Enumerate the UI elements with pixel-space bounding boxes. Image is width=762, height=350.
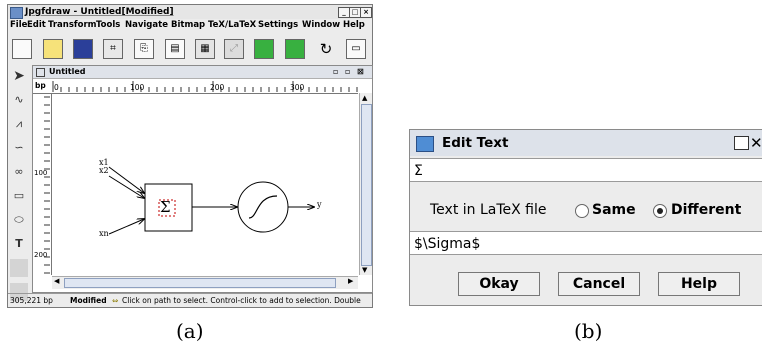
caption-a: (a) [176,319,204,343]
select-tool-icon[interactable]: ➤ [10,67,28,85]
window-title: Jpgfdraw - Untitled[Modified] [25,7,174,17]
canvas-window: Untitled ▫ ▫ ⊠ bp 0 100 200 300 100 200 [32,65,373,293]
save-icon[interactable] [73,39,93,59]
ellipse-tool-icon[interactable]: ⬭ [10,211,28,229]
tool-palette: ➤ ∿ ⩘ ∽ ∞ ▭ ⬭ T [8,65,30,307]
iconify-icon[interactable]: ▫ [333,66,338,78]
title-bar: Jpgfdraw - Untitled[Modified] _ □ × [8,5,372,19]
horizontal-scrollbar[interactable]: ◀ ▶ [52,276,358,289]
okay-button[interactable]: Okay [458,272,540,296]
scroll-up-icon[interactable]: ▲ [362,94,367,102]
latex-option-row: Text in LaTeX file Same Different [410,198,762,222]
window-icon[interactable]: ▭ [346,39,366,59]
image-icon[interactable]: ⌗ [103,39,123,59]
radio-same[interactable] [575,204,589,218]
menu-bitmap[interactable]: Bitmap [171,20,205,30]
drawing-canvas[interactable]: x1 x2 xn Σ y [52,94,358,275]
vertical-scrollbar[interactable]: ▲ ▼ [359,93,372,275]
sum-symbol: Σ [160,198,171,216]
ruler-label: 100 [130,83,145,92]
undo-icon[interactable]: ↻ [316,39,336,59]
disabled-tool-icon[interactable] [10,259,28,277]
close-icon[interactable]: × [360,7,372,18]
scroll-down-icon[interactable]: ▼ [362,266,367,274]
maximize-icon[interactable] [734,136,749,150]
loop-tool-icon[interactable]: ∞ [10,163,28,181]
menu-navigate[interactable]: Navigate [125,20,168,30]
ruler-unit: bp [35,81,46,90]
maximize-icon[interactable]: ▫ [345,66,350,78]
edit-text-dialog: Edit Text ✕ Σ Text in LaTeX file Same Di… [409,129,762,306]
forward-icon[interactable] [254,39,274,59]
radio-same-label[interactable]: Same [592,202,636,218]
input-label: x2 [99,166,109,175]
activation-circle[interactable] [237,181,289,233]
input-label: xn [99,229,109,238]
dialog-title-bar: Edit Text ✕ [410,130,762,156]
menu-window[interactable]: Window [302,20,340,30]
app-icon [416,136,434,152]
input-arrow [108,166,144,193]
menu-settings[interactable]: Settings [258,20,298,30]
close-icon[interactable]: ⊠ [357,66,364,78]
document-icon [36,68,45,77]
ruler-ticks [52,81,358,92]
caption-b: (b) [574,319,603,343]
latex-label: Text in LaTeX file [430,202,547,218]
ruler-ticks [44,96,50,274]
curve-tool-icon[interactable]: ∽ [10,139,28,157]
help-button[interactable]: Help [658,272,740,296]
neuron-diagram [108,166,358,235]
canvas-window-title: Untitled [49,67,86,76]
scrollbar-thumb[interactable] [361,104,372,266]
open-folder-icon[interactable] [43,39,63,59]
toolbar: ⌗ ⎘ ▤ ▦ ⤢ ↻ ▭ [8,33,372,63]
scrollbar-thumb[interactable] [64,278,336,288]
main-window: Jpgfdraw - Untitled[Modified] _ □ × File… [7,4,373,308]
ruler-label: 200 [210,83,225,92]
menu-bar: File Edit Transform Tools Navigate Bitma… [8,19,372,32]
ruler-label: 300 [290,83,305,92]
line-tool-icon[interactable]: ∿ [10,91,28,109]
menu-tools[interactable]: Tools [96,20,120,30]
grid-icon[interactable]: ⤢ [224,39,244,59]
status-state: Modified [70,296,107,305]
export-icon[interactable]: ⎘ [134,39,154,59]
dialog-title: Edit Text [442,135,509,151]
print-icon[interactable]: ▤ [165,39,185,59]
info-icon: ⇔ [112,296,119,305]
radio-different[interactable] [653,204,667,218]
menu-tex-latex[interactable]: TeX/LaTeX [208,20,256,30]
text-input[interactable]: Σ [410,158,762,182]
latex-input[interactable]: $\Sigma$ [410,231,762,255]
menu-file[interactable]: File [10,20,27,30]
scroll-left-icon[interactable]: ◀ [54,277,59,285]
close-icon[interactable]: ✕ [750,130,762,156]
settings-icon[interactable]: ▦ [195,39,215,59]
ruler-label: 200 [34,251,48,259]
horizontal-ruler: bp 0 100 200 300 [33,79,358,94]
rectangle-tool-icon[interactable]: ▭ [10,187,28,205]
app-icon [10,7,23,19]
status-coords: 305,221 bp [10,296,53,305]
ruler-label: 100 [34,169,48,177]
vertical-ruler: 100 200 [33,93,52,275]
cancel-button[interactable]: Cancel [558,272,640,296]
menu-transform[interactable]: Transform [48,20,97,30]
output-label: y [317,200,322,209]
input-arrow [108,175,144,198]
status-bar: 305,221 bp Modified ⇔ Click on path to s… [8,293,372,307]
menu-edit[interactable]: Edit [27,20,46,30]
status-message: Click on path to select. Control-click t… [122,296,361,305]
text-tool-icon[interactable]: T [10,235,28,253]
radio-different-label[interactable]: Different [671,202,741,218]
scroll-right-icon[interactable]: ▶ [348,277,353,285]
canvas-window-title-bar: Untitled ▫ ▫ ⊠ [33,66,372,79]
back-icon[interactable] [285,39,305,59]
input-arrow [108,219,144,235]
ruler-label: 0 [54,83,59,92]
zigzag-tool-icon[interactable]: ⩘ [10,115,28,133]
new-file-icon[interactable] [12,39,32,59]
menu-help[interactable]: Help [343,20,365,30]
